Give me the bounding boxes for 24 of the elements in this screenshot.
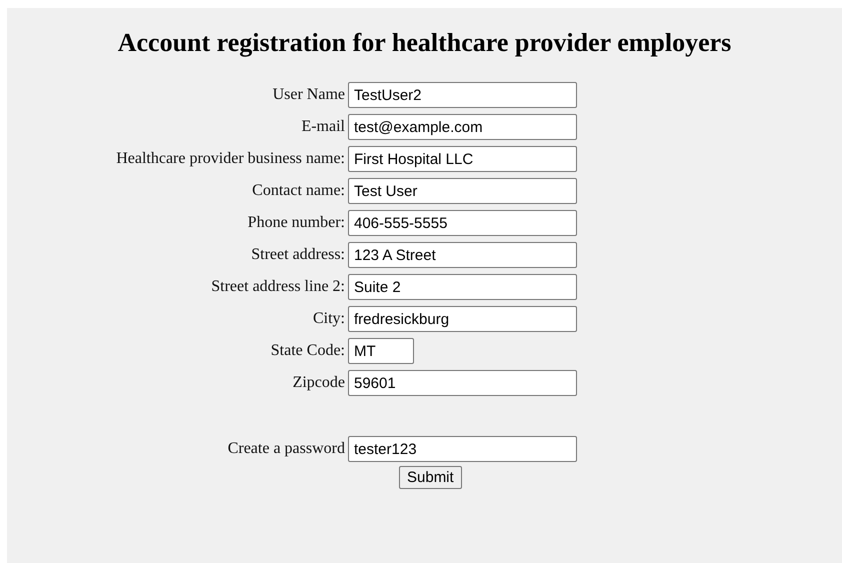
input-field[interactable]: First Hospital LLC — [348, 146, 577, 172]
input-field[interactable]: Test User — [348, 178, 577, 204]
field-label: Phone number: — [248, 214, 345, 232]
page-title: Account registration for healthcare provider employers — [116, 28, 732, 58]
input-field[interactable]: 123 A Street — [348, 242, 577, 268]
field-label: Healthcare provider business name: — [116, 150, 345, 168]
password-field[interactable]: tester123 — [348, 436, 577, 462]
field-label: E-mail — [301, 118, 345, 136]
submit-button[interactable]: Submit — [399, 466, 462, 489]
input-field[interactable]: MT — [348, 338, 414, 364]
field-label: Create a password — [228, 440, 345, 458]
input-field[interactable]: 406-555-5555 — [348, 210, 577, 236]
field-label: Street address line 2: — [211, 278, 345, 296]
input-field[interactable]: Suite 2 — [348, 274, 577, 300]
input-field[interactable]: 59601 — [348, 370, 577, 396]
field-label: State Code: — [270, 342, 345, 360]
field-label: Zipcode — [292, 374, 345, 392]
input-field[interactable]: TestUser2 — [348, 82, 577, 108]
field-label: Street address: — [251, 246, 345, 264]
field-label: User Name — [272, 86, 345, 104]
input-field[interactable]: test@example.com — [348, 114, 577, 140]
input-field[interactable]: fredresickburg — [348, 306, 577, 332]
field-label: Contact name: — [252, 182, 345, 200]
field-label: City: — [312, 310, 345, 328]
